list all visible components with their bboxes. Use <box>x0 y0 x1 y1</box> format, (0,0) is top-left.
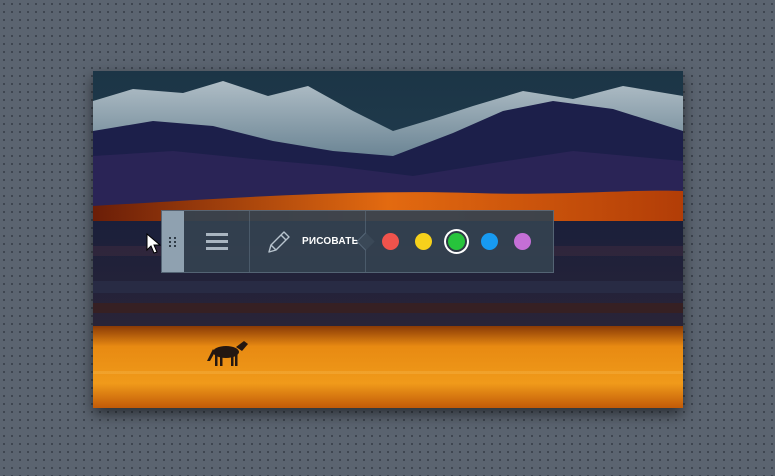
menu-button[interactable] <box>184 211 250 272</box>
grip-dots-icon <box>169 236 177 247</box>
draw-button[interactable]: РИСОВАТЬ <box>250 211 375 272</box>
drawing-toolbar: РИСОВАТЬ <box>161 210 554 273</box>
color-palette <box>366 211 553 272</box>
drag-handle[interactable] <box>162 211 184 272</box>
hamburger-menu-icon <box>205 229 228 254</box>
color-swatch-yellow[interactable] <box>415 233 432 250</box>
color-swatch-purple[interactable] <box>514 233 531 250</box>
pencil-icon <box>268 230 290 253</box>
arrow-cursor-icon <box>146 233 162 254</box>
color-swatch-green[interactable] <box>448 233 465 250</box>
draw-label: РИСОВАТЬ <box>302 236 359 247</box>
color-swatch-blue[interactable] <box>481 233 498 250</box>
color-swatch-red[interactable] <box>382 233 399 250</box>
